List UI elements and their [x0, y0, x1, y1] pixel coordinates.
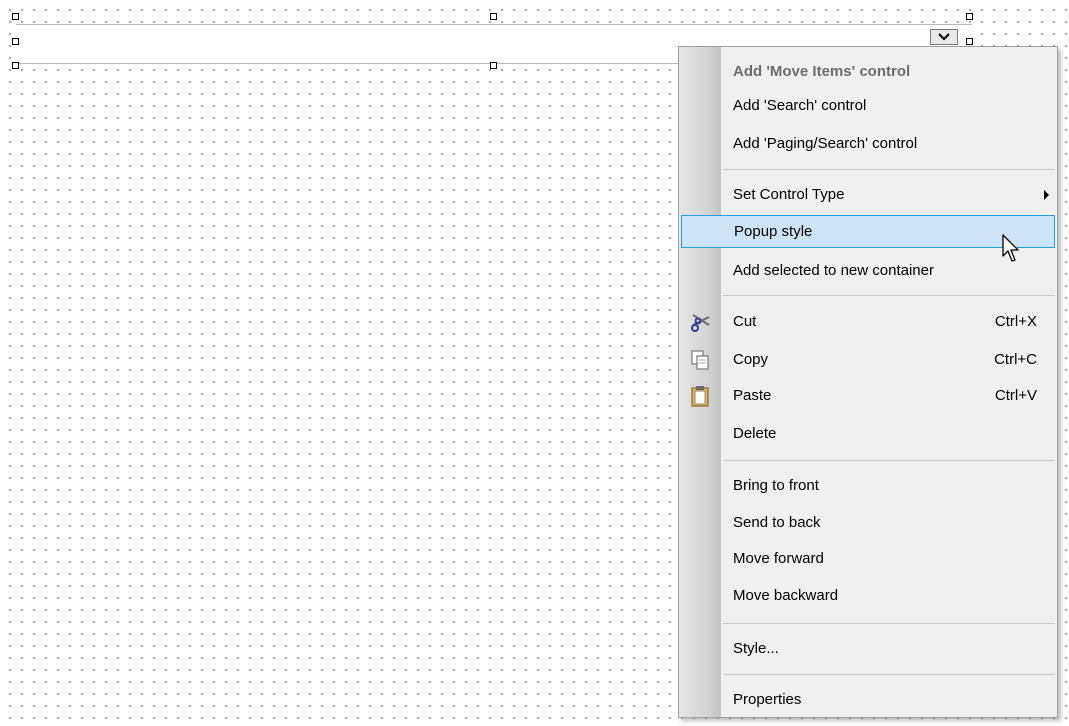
menu-separator: [723, 460, 1055, 461]
menu-item-add-selected-to-new-container[interactable]: Add selected to new container: [681, 254, 1055, 287]
menu-item-move-backward[interactable]: Move backward: [681, 579, 1055, 612]
context-menu: Add 'Move Items' control Add 'Search' co…: [678, 46, 1058, 718]
menu-item-label: Style...: [733, 640, 779, 657]
chevron-down-icon: [938, 33, 950, 41]
menu-item-shortcut: Ctrl+X: [994, 313, 1037, 330]
menu-item-label: Move backward: [733, 587, 839, 604]
resize-handle-bottom-left[interactable]: [12, 62, 19, 69]
menu-item-label: Properties: [733, 691, 802, 708]
resize-handle-top-right[interactable]: [966, 13, 973, 20]
menu-item-bring-to-front[interactable]: Bring to front: [681, 469, 1055, 502]
menu-item-label: Set Control Type: [733, 186, 845, 203]
menu-item-shortcut: Ctrl+V: [994, 387, 1037, 404]
resize-handle-top-left[interactable]: [12, 13, 19, 20]
menu-item-shortcut: Ctrl+C: [994, 351, 1037, 368]
menu-item-cut[interactable]: Cut Ctrl+X: [681, 305, 1055, 338]
menu-item-label: Add 'Search' control: [733, 97, 867, 114]
menu-item-style[interactable]: Style...: [681, 632, 1055, 665]
menu-item-copy[interactable]: Copy Ctrl+C: [681, 343, 1055, 376]
submenu-arrow-icon: [1044, 190, 1049, 200]
menu-item-add-paging-search-control[interactable]: Add 'Paging/Search' control: [681, 127, 1055, 160]
paste-icon: [689, 385, 711, 407]
menu-item-popup-style[interactable]: Popup style: [681, 215, 1055, 248]
mouse-pointer-icon: [1002, 234, 1019, 262]
menu-item-properties[interactable]: Properties: [681, 683, 1055, 716]
menu-item-add-search-control[interactable]: Add 'Search' control: [681, 89, 1055, 122]
menu-item-label: Add 'Move Items' control: [733, 63, 911, 80]
menu-separator: [723, 623, 1055, 624]
menu-item-label: Cut: [733, 313, 757, 330]
resize-handle-middle-left[interactable]: [12, 38, 19, 45]
menu-item-label: Bring to front: [733, 477, 819, 494]
menu-item-set-control-type[interactable]: Set Control Type: [681, 178, 1055, 211]
menu-item-label: Delete: [733, 425, 777, 442]
resize-handle-top-center[interactable]: [490, 13, 497, 20]
menu-item-label: Move forward: [733, 550, 824, 567]
menu-separator: [723, 674, 1055, 675]
menu-separator: [723, 169, 1055, 170]
menu-item-label: Paste: [733, 387, 772, 404]
copy-icon: [689, 349, 711, 371]
resize-handle-bottom-center[interactable]: [490, 62, 497, 69]
combobox-dropdown-button[interactable]: [930, 29, 958, 45]
menu-item-send-to-back[interactable]: Send to back: [681, 506, 1055, 539]
menu-item-label: Add 'Paging/Search' control: [733, 135, 918, 152]
menu-item-label: Popup style: [734, 223, 813, 240]
menu-item-add-move-items-control: Add 'Move Items' control: [681, 55, 1055, 88]
menu-item-paste[interactable]: Paste Ctrl+V: [681, 379, 1055, 412]
menu-item-move-forward[interactable]: Move forward: [681, 542, 1055, 575]
menu-item-delete[interactable]: Delete: [681, 417, 1055, 450]
menu-item-label: Send to back: [733, 514, 821, 531]
menu-item-label: Add selected to new container: [733, 262, 934, 279]
menu-item-label: Copy: [733, 351, 769, 368]
menu-separator: [723, 295, 1055, 296]
scissors-icon: [689, 311, 711, 333]
resize-handle-middle-right[interactable]: [966, 38, 973, 45]
